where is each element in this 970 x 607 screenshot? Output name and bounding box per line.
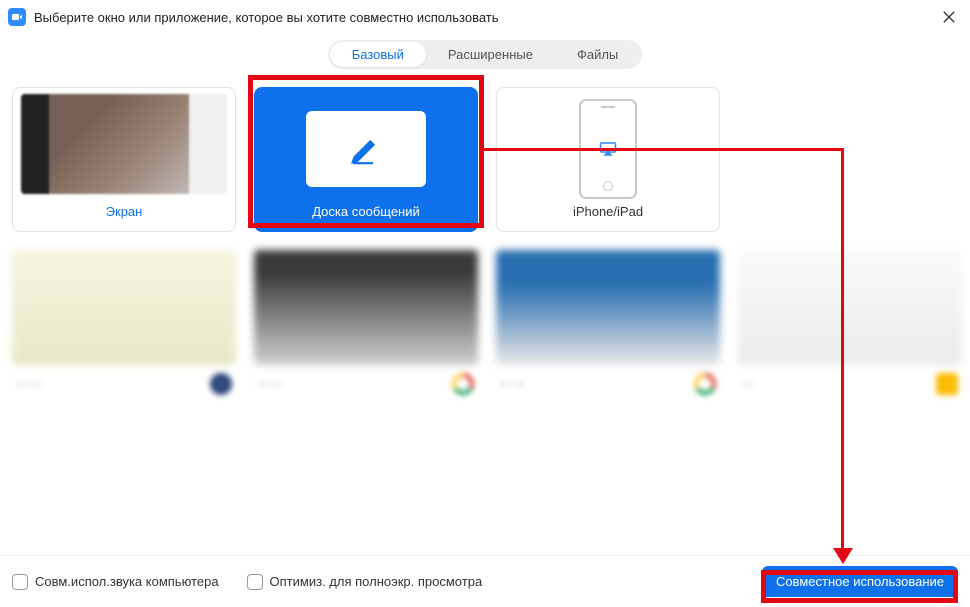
checkbox-icon: [12, 574, 28, 590]
whiteboard-label: Доска сообщений: [312, 204, 420, 219]
app-title-blurred: — —: [258, 378, 283, 390]
app-icon: [210, 373, 232, 395]
tab-bar: Базовый Расширенные Файлы: [0, 40, 970, 69]
dialog-title: Выберите окно или приложение, которое вы…: [34, 10, 499, 25]
screen-thumbnail: [21, 94, 227, 194]
app-thumbnail: [12, 250, 236, 365]
screen-label: Экран: [106, 204, 143, 219]
share-option-whiteboard[interactable]: Доска сообщений: [254, 87, 478, 232]
iphone-thumbnail: [579, 99, 637, 199]
app-thumbnail: [254, 250, 478, 365]
app-icon: [936, 373, 958, 395]
app-thumbnail: [496, 250, 720, 365]
iphone-label: iPhone/iPad: [573, 204, 643, 219]
app-title-blurred: — —: [500, 378, 525, 390]
optimize-fullscreen-checkbox[interactable]: Оптимиз. для полноэкр. просмотра: [247, 574, 483, 590]
share-button[interactable]: Совместное использование: [762, 566, 958, 597]
share-audio-checkbox[interactable]: Совм.испол.звука компьютера: [12, 574, 219, 590]
share-option-app-3[interactable]: — —: [496, 250, 720, 395]
app-title-blurred: — —: [16, 378, 41, 390]
checkbox-icon: [247, 574, 263, 590]
pencil-icon: [349, 132, 383, 166]
whiteboard-thumbnail: [306, 111, 426, 187]
tab-basic[interactable]: Базовый: [330, 42, 426, 67]
share-option-app-1[interactable]: — —: [12, 250, 236, 395]
tab-files[interactable]: Файлы: [555, 42, 640, 67]
annotation-arrowhead: [833, 548, 853, 564]
airplay-icon: [599, 141, 617, 157]
share-option-iphone-ipad[interactable]: iPhone/iPad: [496, 87, 720, 232]
share-option-app-2[interactable]: — —: [254, 250, 478, 395]
share-audio-label: Совм.испол.звука компьютера: [35, 574, 219, 589]
tab-advanced[interactable]: Расширенные: [426, 42, 555, 67]
close-button[interactable]: [940, 8, 958, 26]
chrome-icon: [694, 373, 716, 395]
app-thumbnail: [738, 250, 962, 365]
zoom-app-icon: [8, 8, 26, 26]
share-option-screen[interactable]: Экран: [12, 87, 236, 232]
app-title-blurred: —: [742, 378, 753, 390]
share-option-app-4[interactable]: —: [738, 250, 962, 395]
chrome-icon: [452, 373, 474, 395]
optimize-label: Оптимиз. для полноэкр. просмотра: [270, 574, 483, 589]
